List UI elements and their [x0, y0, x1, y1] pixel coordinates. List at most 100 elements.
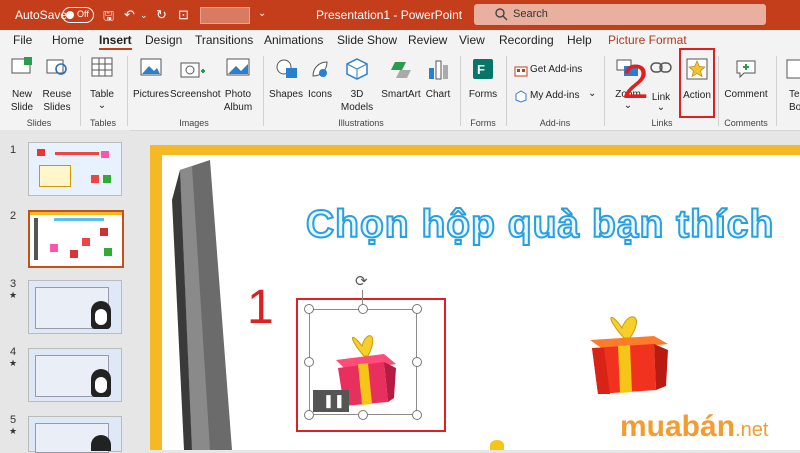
get-addins-button[interactable]: Get Add-ins: [512, 62, 592, 78]
resize-handle[interactable]: [412, 357, 422, 367]
photo-album-icon: [226, 58, 250, 76]
animation-star-icon: ★: [9, 290, 18, 300]
separator: [460, 56, 461, 126]
slide-thumbnail-2[interactable]: [28, 210, 124, 268]
present-icon[interactable]: ⊡: [178, 7, 189, 23]
store-icon: [514, 66, 528, 77]
tab-home[interactable]: Home: [52, 33, 84, 47]
new-slide-label2: Slide: [10, 102, 34, 113]
separator: [127, 56, 128, 126]
photo-album-button[interactable]: Photo Album: [218, 56, 258, 118]
tab-file[interactable]: File: [13, 33, 32, 47]
link-button[interactable]: Link ⌄: [646, 56, 676, 118]
chart-button[interactable]: Chart: [424, 56, 452, 118]
resize-handle[interactable]: [358, 304, 368, 314]
thumb-border-shape: [30, 212, 122, 215]
customize-qat-icon[interactable]: ⌄: [258, 8, 266, 19]
undo-icon[interactable]: ↶: [124, 7, 135, 23]
table-button[interactable]: Table ⌄: [84, 56, 120, 118]
slide-thumbnail-4[interactable]: [28, 348, 122, 402]
textbox-button[interactable]: Te Bo: [782, 56, 800, 118]
slide-title[interactable]: Chọn hộp quà bạn thích: [305, 202, 774, 247]
tab-design[interactable]: Design: [145, 33, 182, 47]
3d-models-button[interactable]: 3D Models: [336, 56, 378, 118]
resize-handle[interactable]: [304, 410, 314, 420]
gift-box-image[interactable]: [584, 310, 674, 396]
tab-help[interactable]: Help: [567, 33, 592, 47]
gift-box-shape: [37, 149, 45, 156]
resize-handle[interactable]: [304, 304, 314, 314]
decoration-shape: [490, 440, 504, 450]
screenshot-icon: [180, 62, 205, 78]
group-illustrations: Illustrations: [338, 118, 384, 128]
penguin-belly-shape: [95, 309, 107, 325]
step-2-annotation: 2: [622, 56, 649, 109]
smartart-label: SmartArt: [381, 89, 421, 100]
thumb-title-bar: [55, 152, 99, 155]
chevron-down-icon: ⌄: [588, 88, 597, 99]
tab-insert[interactable]: Insert: [99, 33, 132, 50]
pause-icon[interactable]: ❚❚: [323, 393, 345, 409]
rotate-handle-icon[interactable]: ⟳: [355, 272, 368, 290]
group-tables: Tables: [89, 118, 116, 128]
separator: [263, 56, 264, 126]
icons-button[interactable]: Icons: [304, 56, 336, 118]
resize-handle[interactable]: [358, 410, 368, 420]
search-box[interactable]: Search: [474, 4, 766, 25]
new-slide-button[interactable]: New Slide: [4, 56, 40, 118]
resize-handle[interactable]: [412, 410, 422, 420]
tab-transitions[interactable]: Transitions: [195, 33, 253, 47]
slide-thumbnail-1[interactable]: [28, 142, 122, 196]
font-box[interactable]: [200, 7, 250, 24]
autosave-toggle[interactable]: Off: [62, 7, 94, 23]
forms-button[interactable]: F Forms: [465, 56, 501, 118]
watermark-suffix: .net: [735, 419, 769, 441]
pictures-label: Pictures: [132, 89, 170, 100]
my-addins-button[interactable]: My Add-ins ⌄: [512, 88, 598, 104]
separator: [506, 56, 507, 126]
resize-handle[interactable]: [412, 304, 422, 314]
svg-text:F: F: [477, 62, 485, 77]
selected-gift-image[interactable]: ❚❚: [309, 309, 417, 415]
smartart-icon: [391, 62, 411, 78]
redo-icon[interactable]: ↻: [156, 7, 167, 23]
comment-button[interactable]: Comment: [722, 56, 770, 118]
ribbon: New Slide Reuse Slides Slides Table ⌄ Ta…: [0, 48, 800, 131]
chart-icon: [429, 60, 448, 80]
chevron-down-icon: ⌄: [656, 102, 666, 113]
tab-review[interactable]: Review: [408, 33, 447, 47]
reuse-slides-icon: [46, 59, 67, 75]
resize-handle[interactable]: [304, 357, 314, 367]
screenshot-button[interactable]: Screenshot: [170, 56, 221, 118]
tab-view[interactable]: View: [459, 33, 485, 47]
autosave-state: Off: [77, 9, 89, 19]
slide-thumbnail-5[interactable]: [28, 416, 122, 453]
get-addins-label: Get Add-ins: [530, 64, 583, 75]
tab-animations[interactable]: Animations: [264, 33, 323, 47]
penguin-shape: [91, 435, 111, 451]
group-comments: Comments: [724, 118, 768, 128]
action-button[interactable]: Action: [679, 48, 715, 118]
3d-label2: Models: [340, 102, 374, 113]
chart-label: Chart: [425, 89, 451, 100]
shapes-button[interactable]: Shapes: [268, 56, 304, 118]
smartart-button[interactable]: SmartArt: [378, 56, 424, 118]
tab-picture-format[interactable]: Picture Format: [608, 33, 687, 47]
pictures-button[interactable]: Pictures: [130, 56, 172, 118]
icons-label: Icons: [308, 89, 332, 100]
undo-dropdown-icon[interactable]: ⌄: [140, 10, 148, 21]
slide-thumbnail-3[interactable]: [28, 280, 122, 334]
reuse-label: Reuse: [42, 89, 72, 100]
tab-slide-show[interactable]: Slide Show: [337, 33, 397, 47]
reuse-slides-button[interactable]: Reuse Slides: [40, 56, 74, 118]
save-icon[interactable]: 🖫: [103, 7, 114, 29]
forms-label: Forms: [468, 89, 498, 100]
media-control-bar[interactable]: ❚❚: [313, 390, 349, 412]
thumb-note-shape: [39, 165, 71, 187]
thumb-number: 5: [10, 414, 17, 426]
separator: [718, 56, 719, 126]
rotate-stem: [362, 290, 363, 304]
chevron-down-icon: ⌄: [97, 100, 107, 111]
pictures-icon: [140, 58, 162, 76]
tab-recording[interactable]: Recording: [499, 33, 554, 47]
